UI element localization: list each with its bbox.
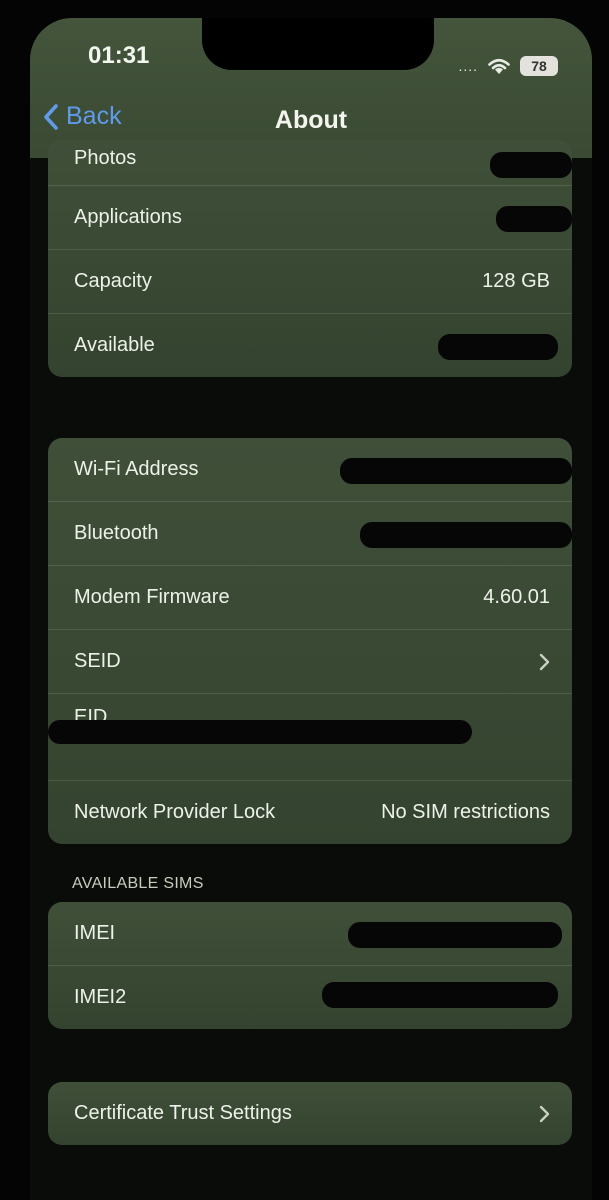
row-eid: EID xyxy=(48,694,572,781)
redaction-mark xyxy=(360,522,572,548)
row-label: Applications xyxy=(74,206,182,228)
section-header-available-sims: AVAILABLE SIMS xyxy=(72,875,204,892)
row-label: Photos xyxy=(74,147,137,169)
row-label: IMEI xyxy=(74,922,116,944)
redaction-mark xyxy=(48,720,472,744)
certificate-trust-settings-row[interactable]: Certificate Trust Settings xyxy=(48,1082,572,1145)
camera-notch xyxy=(202,18,434,70)
redaction-mark xyxy=(348,922,562,948)
phone-screen: 01:31 .... 78 Back About Photos Applicat… xyxy=(30,18,592,1200)
row-applications: Applications xyxy=(48,186,572,250)
status-time: 01:31 xyxy=(88,42,150,69)
sims-group: IMEI IMEI2 xyxy=(48,902,572,1029)
row-wifi-address: Wi-Fi Address xyxy=(48,438,572,502)
row-label: Capacity xyxy=(74,270,152,292)
redaction-mark xyxy=(322,982,558,1008)
chevron-right-icon xyxy=(539,653,550,670)
row-value: No SIM restrictions xyxy=(381,801,550,823)
row-imei2: IMEI2 xyxy=(48,966,572,1029)
redaction-mark xyxy=(490,152,572,178)
certificate-group: Certificate Trust Settings xyxy=(48,1082,572,1145)
row-value: 128 GB xyxy=(482,270,550,292)
row-imei: IMEI xyxy=(48,902,572,966)
cellular-signal-icon: .... xyxy=(458,58,478,74)
row-label: SEID xyxy=(74,650,121,672)
row-label: Modem Firmware xyxy=(74,586,230,608)
row-label: Wi-Fi Address xyxy=(74,458,199,480)
redaction-mark xyxy=(438,334,558,360)
row-capacity: Capacity 128 GB xyxy=(48,250,572,314)
row-value: 4.60.01 xyxy=(483,586,550,608)
row-label: IMEI2 xyxy=(74,986,127,1008)
wifi-icon xyxy=(488,58,510,74)
storage-group: Photos Applications Capacity 128 GB Avai… xyxy=(48,140,572,377)
row-label: Network Provider Lock xyxy=(74,801,276,823)
row-modem-firmware: Modem Firmware 4.60.01 xyxy=(48,566,572,630)
row-network-provider-lock: Network Provider Lock No SIM restriction… xyxy=(48,781,572,844)
status-indicators: .... 78 xyxy=(458,56,558,76)
battery-icon: 78 xyxy=(520,56,558,76)
row-label: Bluetooth xyxy=(74,522,159,544)
redaction-mark xyxy=(496,206,572,232)
row-label: Certificate Trust Settings xyxy=(74,1102,292,1124)
page-title: About xyxy=(274,106,348,134)
row-available: Available xyxy=(48,314,572,377)
row-photos: Photos xyxy=(48,140,572,186)
header-area: 01:31 .... 78 Back About xyxy=(30,18,592,158)
redaction-mark xyxy=(340,458,572,484)
network-group: Wi-Fi Address Bluetooth Modem Firmware 4… xyxy=(48,438,572,844)
row-seid[interactable]: SEID xyxy=(48,630,572,694)
row-bluetooth: Bluetooth xyxy=(48,502,572,566)
row-label: Available xyxy=(74,334,155,356)
chevron-right-icon xyxy=(539,1105,550,1122)
